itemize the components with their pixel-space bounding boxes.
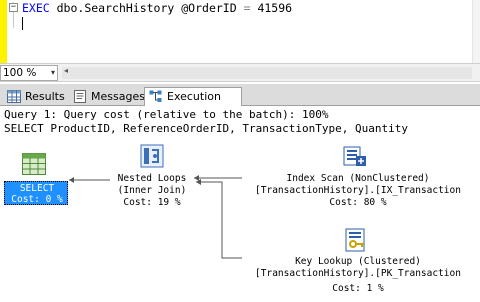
query-editor[interactable]: − EXEC dbo.SearchHistory @OrderID = 4159…	[0, 0, 480, 63]
tab-results[interactable]: Results	[2, 87, 65, 106]
tab-messages[interactable]: Messages	[68, 87, 145, 106]
grid-icon	[7, 90, 21, 103]
select-node-title: SELECT	[19, 183, 55, 194]
nested-loops-subtitle: (Inner Join)	[117, 185, 187, 196]
horizontal-scrollbar[interactable]	[62, 67, 472, 79]
nested-loops-icon[interactable]	[140, 144, 164, 168]
collapse-toggle[interactable]: −	[9, 3, 18, 12]
nested-loops-title: Nested Loops	[117, 173, 187, 184]
select-node-cost: Cost: 0 %	[11, 194, 63, 205]
key-lookup-object: [TransactionHistory].[PK_Transaction	[255, 268, 461, 279]
index-scan-icon[interactable]	[342, 144, 368, 168]
select-icon[interactable]	[22, 153, 46, 175]
code-line[interactable]: EXEC dbo.SearchHistory @OrderID = 41596	[22, 1, 292, 15]
change-tracking-bar	[0, 0, 7, 63]
zoom-select[interactable]: 100 % ▾	[0, 65, 58, 81]
key-lookup-title: Key Lookup (Clustered)	[295, 256, 421, 267]
index-scan-title: Index Scan (NonClustered)	[286, 173, 430, 184]
select-node[interactable]: SELECT Cost: 0 %	[4, 181, 68, 205]
index-scan-cost: Cost: 80 %	[329, 197, 387, 208]
keyword-exec: EXEC	[22, 1, 50, 15]
editor-scrollbar[interactable]	[472, 0, 480, 63]
parameter-value: 41596	[250, 1, 293, 15]
index-scan-object: [TransactionHistory].[IX_Transaction	[255, 185, 461, 196]
key-lookup-icon[interactable]	[344, 228, 368, 252]
chevron-down-icon[interactable]: ▾	[51, 66, 55, 80]
tab-messages-label: Messages	[91, 90, 145, 103]
zoom-bar: 100 % ▾ ◂	[0, 63, 480, 82]
procedure-call: dbo.SearchHistory @OrderID	[49, 1, 244, 15]
scroll-left-icon[interactable]: ◂	[64, 66, 68, 75]
nested-loops-cost: Cost: 19 %	[123, 197, 181, 208]
text-caret	[22, 17, 23, 30]
tab-execution-plan[interactable]: Execution plan	[144, 87, 242, 120]
execution-plan-pane[interactable]: Query 1: Query cost (relative to the bat…	[0, 106, 480, 302]
zoom-value: 100 %	[3, 67, 37, 79]
execution-plan-icon	[149, 90, 162, 102]
operator: =	[243, 1, 251, 15]
tab-results-label: Results	[25, 90, 65, 103]
results-tab-bar: Results Messages Execution plan	[0, 84, 480, 120]
key-lookup-cost: Cost: 1 %	[332, 283, 384, 294]
messages-icon	[74, 90, 86, 103]
